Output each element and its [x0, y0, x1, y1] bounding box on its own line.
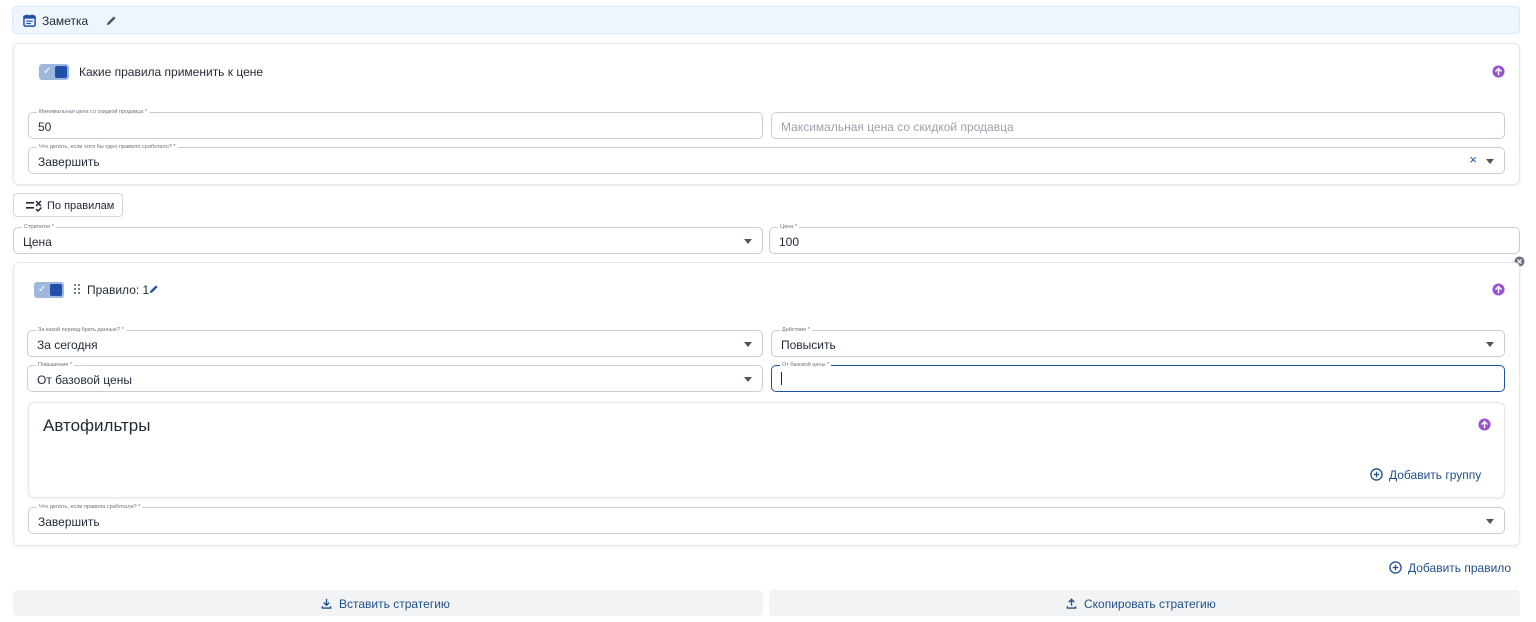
- chevron-down-icon[interactable]: [744, 377, 752, 382]
- on-rules-value: Завершить: [38, 515, 100, 529]
- chevron-down-icon[interactable]: [744, 239, 752, 244]
- plus-circle-icon: [1370, 468, 1383, 481]
- add-group-button[interactable]: Добавить группу: [1370, 467, 1490, 483]
- note-bar[interactable]: Заметка: [12, 6, 1520, 34]
- edit-pencil-icon[interactable]: [106, 15, 117, 26]
- strategy-value: Цена: [23, 235, 52, 249]
- on-match-label: Что делать, если хотя бы одно правило ср…: [37, 143, 178, 151]
- check-icon: ✓: [38, 284, 47, 295]
- price-label: Цена *: [778, 223, 799, 231]
- min-price-field[interactable]: Минимальная цена со скидкой продавца * 5…: [28, 108, 763, 139]
- max-price-field[interactable]: Максимальная цена со скидкой продавца: [771, 112, 1505, 139]
- collapse-icon[interactable]: [1492, 283, 1505, 296]
- add-rule-button[interactable]: Добавить правило: [1389, 560, 1519, 576]
- drag-handle-icon[interactable]: [74, 284, 81, 296]
- rule-title: Правило: 1: [87, 283, 150, 297]
- chevron-down-icon[interactable]: [1486, 519, 1494, 524]
- upload-icon: [1066, 598, 1077, 609]
- period-select[interactable]: За какой период брать данные? * За сегод…: [27, 326, 763, 357]
- rules-list-icon: [26, 200, 42, 212]
- raise-select[interactable]: Повышение * От базовой цены: [27, 361, 763, 392]
- raise-label: Повышение *: [36, 361, 75, 369]
- autofilters-title: Автофильтры: [43, 416, 151, 435]
- min-price-value: 50: [38, 120, 52, 134]
- calendar-icon: [23, 14, 36, 27]
- min-price-label: Минимальная цена со скидкой продавца *: [37, 108, 150, 116]
- strategy-label: Стратегия *: [22, 223, 56, 231]
- add-rule-label: Добавить правило: [1408, 561, 1512, 575]
- period-label: За какой период брать данные? *: [36, 326, 126, 334]
- price-value: 100: [779, 235, 800, 249]
- chevron-down-icon[interactable]: [744, 342, 752, 347]
- by-rules-button[interactable]: По правилам: [13, 193, 123, 217]
- price-field[interactable]: Цена * 100: [769, 223, 1520, 254]
- max-price-placeholder: Максимальная цена со скидкой продавца: [781, 120, 1014, 134]
- copy-strategy-label: Скопировать стратегию: [1084, 597, 1216, 611]
- toggle-knob: [50, 284, 62, 296]
- copy-strategy-button[interactable]: Скопировать стратегию: [769, 590, 1520, 616]
- from-base-price-label: От базовой цены *: [780, 361, 832, 369]
- by-rules-label: По правилам: [47, 200, 115, 212]
- on-match-select[interactable]: Что делать, если хотя бы одно правило ср…: [28, 143, 1505, 174]
- collapse-icon[interactable]: [1478, 418, 1491, 431]
- chevron-down-icon[interactable]: [1486, 342, 1494, 347]
- period-value: За сегодня: [37, 338, 98, 352]
- rule-toggle[interactable]: ✓: [34, 282, 64, 298]
- edit-pencil-icon[interactable]: [149, 284, 159, 294]
- note-label: Заметка: [42, 14, 89, 28]
- strategy-select[interactable]: Стратегия * Цена: [13, 223, 763, 254]
- rules-heading: Какие правила применить к цене: [79, 65, 264, 79]
- rules-card: ✓ Какие правила применить к цене Минимал…: [13, 43, 1520, 185]
- autofilters-card: Автофильтры Добавить группу: [28, 402, 1505, 498]
- rule-card: ✓ Правило: 1 За какой период брать данны…: [13, 262, 1520, 546]
- rules-toggle[interactable]: ✓: [39, 64, 69, 80]
- collapse-icon[interactable]: [1492, 65, 1505, 78]
- on-rules-select[interactable]: Что делать, если правила сработали? * За…: [28, 503, 1505, 534]
- chevron-down-icon[interactable]: [1486, 159, 1494, 164]
- raise-value: От базовой цены: [37, 373, 132, 387]
- paste-strategy-button[interactable]: Вставить стратегию: [13, 590, 763, 616]
- download-icon: [321, 598, 332, 609]
- action-value: Повысить: [781, 338, 836, 352]
- from-base-price-input[interactable]: От базовой цены *: [771, 361, 1505, 392]
- paste-strategy-label: Вставить стратегию: [339, 597, 450, 611]
- on-match-value: Завершить: [38, 155, 100, 169]
- text-cursor: [781, 372, 782, 385]
- plus-circle-icon: [1389, 561, 1402, 574]
- add-group-label: Добавить группу: [1389, 468, 1482, 482]
- check-icon: ✓: [43, 66, 52, 77]
- toggle-knob: [55, 66, 67, 78]
- clear-icon[interactable]: ×: [1469, 153, 1477, 167]
- action-label: Действие *: [780, 326, 812, 334]
- on-rules-label: Что делать, если правила сработали? *: [37, 503, 143, 511]
- action-select[interactable]: Действие * Повысить: [771, 326, 1505, 357]
